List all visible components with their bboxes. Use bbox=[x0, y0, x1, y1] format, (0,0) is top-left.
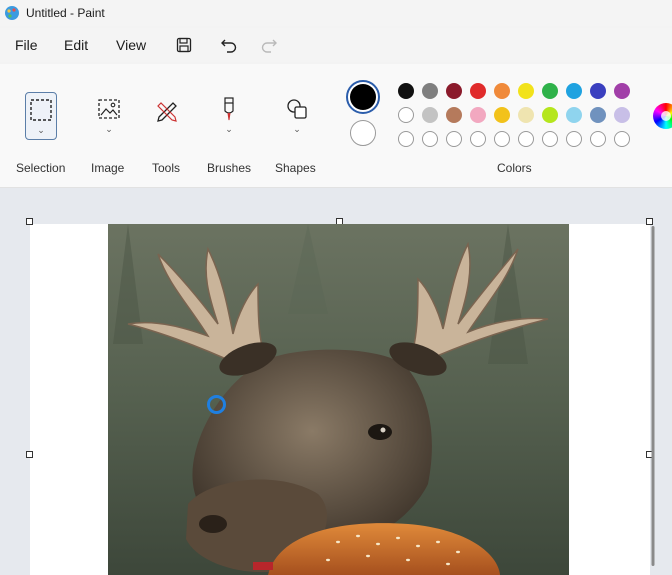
tools-label: Tools bbox=[152, 161, 181, 175]
vertical-scrollbar[interactable] bbox=[650, 216, 656, 575]
color-wheel-icon[interactable] bbox=[653, 103, 672, 129]
color-swatch[interactable] bbox=[446, 131, 462, 147]
shapes-button[interactable]: ⌄ bbox=[280, 90, 314, 140]
window-title: Untitled - Paint bbox=[26, 6, 105, 20]
tools-group: Tools bbox=[138, 64, 194, 188]
color-swatch[interactable] bbox=[422, 83, 438, 99]
color-swatch[interactable] bbox=[422, 107, 438, 123]
menu-view[interactable]: View bbox=[114, 37, 148, 53]
tools-button[interactable] bbox=[150, 90, 184, 140]
image-icon bbox=[98, 99, 120, 119]
color-swatch[interactable] bbox=[542, 107, 558, 123]
undo-icon bbox=[221, 39, 237, 53]
title-bar: Untitled - Paint bbox=[0, 0, 672, 26]
moose-picture-svg bbox=[108, 224, 569, 575]
color-swatch[interactable] bbox=[566, 131, 582, 147]
chevron-down-icon: ⌄ bbox=[293, 124, 301, 134]
chevron-down-icon: ⌄ bbox=[105, 124, 113, 134]
primary-color-button[interactable] bbox=[346, 80, 380, 114]
resize-handle-left[interactable] bbox=[26, 451, 33, 458]
resize-handle-top-left[interactable] bbox=[26, 218, 33, 225]
color-swatch[interactable] bbox=[470, 107, 486, 123]
menu-edit[interactable]: Edit bbox=[62, 37, 90, 53]
save-button[interactable] bbox=[171, 32, 197, 58]
brushes-button[interactable]: ⌄ bbox=[212, 90, 246, 140]
color-swatch[interactable] bbox=[518, 107, 534, 123]
color-swatch[interactable] bbox=[518, 83, 534, 99]
brushes-group: ⌄ Brushes bbox=[194, 64, 262, 188]
shapes-icon bbox=[287, 99, 307, 119]
color-swatch[interactable] bbox=[470, 131, 486, 147]
shapes-label: Shapes bbox=[275, 161, 316, 175]
color-swatch[interactable] bbox=[614, 131, 630, 147]
selection-rectangle-icon bbox=[30, 99, 52, 121]
paint-app-icon bbox=[5, 6, 19, 20]
color-swatch[interactable] bbox=[566, 83, 582, 99]
menu-bar: File Edit View bbox=[0, 28, 672, 62]
color-swatch[interactable] bbox=[470, 83, 486, 99]
color-swatch[interactable] bbox=[590, 83, 606, 99]
redo-button[interactable] bbox=[256, 32, 282, 58]
menu-file[interactable]: File bbox=[13, 37, 40, 53]
selection-label: Selection bbox=[16, 161, 66, 175]
ribbon-toolbar: ⌄ Selection ⌄ Image Tools ⌄ Brushes ⌄ Sh… bbox=[0, 64, 672, 188]
redo-icon bbox=[261, 39, 277, 53]
primary-color-swatch bbox=[350, 84, 376, 110]
save-icon bbox=[176, 37, 192, 53]
image-button[interactable]: ⌄ bbox=[92, 90, 126, 140]
colors-label: Colors bbox=[497, 161, 532, 175]
selection-group: ⌄ Selection bbox=[0, 64, 80, 188]
color-swatch[interactable] bbox=[590, 107, 606, 123]
color-swatch[interactable] bbox=[446, 83, 462, 99]
color-swatch[interactable] bbox=[566, 107, 582, 123]
image-group: ⌄ Image bbox=[80, 64, 138, 188]
color-swatch[interactable] bbox=[542, 131, 558, 147]
pencil-tools-icon bbox=[157, 102, 177, 122]
shapes-group: ⌄ Shapes bbox=[262, 64, 332, 188]
brush-cursor-icon bbox=[207, 395, 226, 414]
color-swatch[interactable] bbox=[614, 107, 630, 123]
secondary-color-button[interactable] bbox=[350, 120, 376, 146]
color-swatch[interactable] bbox=[518, 131, 534, 147]
brushes-label: Brushes bbox=[207, 161, 252, 175]
image-label: Image bbox=[91, 161, 125, 175]
color-swatch[interactable] bbox=[398, 107, 414, 123]
color-swatch[interactable] bbox=[446, 107, 462, 123]
chevron-down-icon: ⌄ bbox=[37, 125, 45, 135]
color-swatch[interactable] bbox=[422, 131, 438, 147]
chevron-down-icon: ⌄ bbox=[225, 124, 233, 134]
color-swatch[interactable] bbox=[590, 131, 606, 147]
color-swatch[interactable] bbox=[398, 131, 414, 147]
selection-button[interactable]: ⌄ bbox=[25, 92, 57, 140]
undo-button[interactable] bbox=[216, 32, 242, 58]
color-swatch[interactable] bbox=[398, 83, 414, 99]
color-swatch[interactable] bbox=[494, 83, 510, 99]
color-swatch[interactable] bbox=[494, 131, 510, 147]
brush-icon bbox=[224, 97, 234, 121]
color-swatch[interactable] bbox=[614, 83, 630, 99]
moose-with-burger-image[interactable] bbox=[108, 224, 569, 575]
color-swatch[interactable] bbox=[542, 83, 558, 99]
color-swatch[interactable] bbox=[494, 107, 510, 123]
